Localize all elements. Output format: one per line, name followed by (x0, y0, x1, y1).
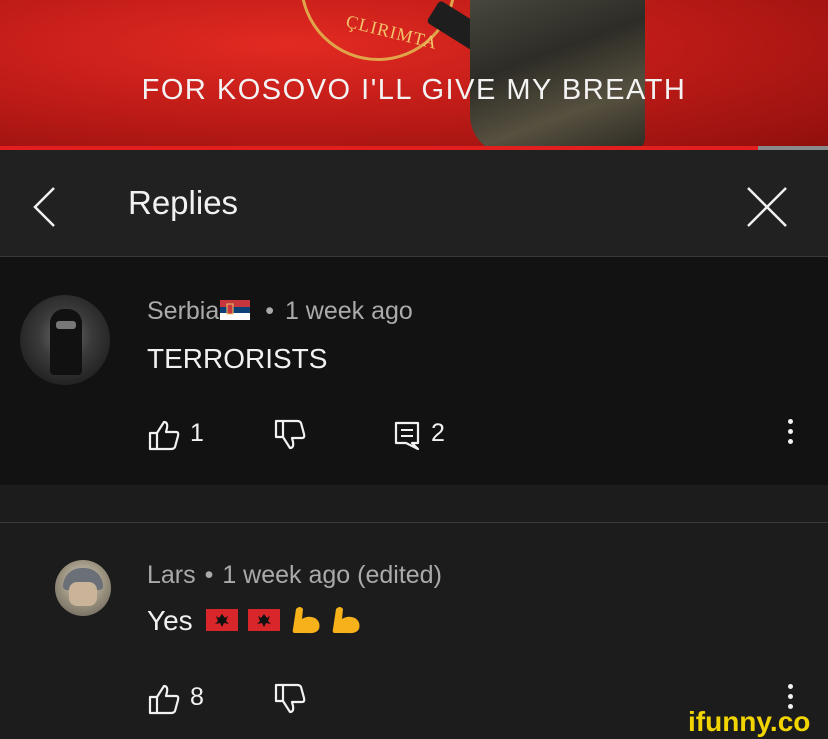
comment-icon (394, 421, 420, 451)
comment-text-word: Yes (147, 605, 193, 636)
avatar-visor (56, 321, 76, 329)
thumbs-up-icon (148, 684, 180, 715)
close-icon (747, 187, 787, 227)
page-title: Replies (128, 184, 239, 221)
avatar-face (69, 582, 97, 606)
reply-button[interactable] (394, 421, 420, 456)
albania-flag-icon (206, 609, 239, 632)
thumbs-down-icon (274, 419, 306, 450)
comment-item: Serbia • 1 week ago TERRORISTS 1 2 (0, 257, 828, 485)
dislike-button[interactable] (273, 683, 307, 720)
comment-meta: Lars • 1 week ago (edited) (147, 561, 442, 590)
like-button[interactable] (147, 683, 181, 720)
comment-text: Yes (147, 605, 362, 637)
avatar[interactable] (20, 295, 110, 385)
author-name[interactable]: Lars (147, 561, 196, 589)
flexed-biceps-icon (332, 606, 360, 633)
like-count: 1 (190, 419, 204, 447)
comment-text: TERRORISTS (147, 343, 328, 374)
chevron-left-icon (33, 187, 55, 227)
like-button[interactable] (147, 419, 181, 456)
thumbs-down-icon (274, 683, 306, 714)
video-thumbnail[interactable]: ÇLIRIMTA FOR KOSOVO I'LL GIVE MY BREATH (0, 0, 828, 150)
serbia-flag-icon (220, 300, 251, 321)
site-watermark: ifunny.co (688, 706, 811, 737)
dislike-button[interactable] (273, 419, 307, 456)
comment-time: 1 week ago (284, 297, 413, 325)
meta-separator: • (204, 561, 214, 589)
more-vertical-icon (783, 419, 797, 444)
like-count: 8 (190, 683, 204, 711)
replies-header: Replies (0, 150, 828, 257)
comment-time: 1 week ago (edited) (222, 561, 442, 589)
flexed-biceps-icon (292, 606, 320, 633)
video-caption: FOR KOSOVO I'LL GIVE MY BREATH (141, 74, 687, 106)
section-divider (0, 485, 828, 523)
avatar-figure (50, 309, 82, 375)
thumbs-up-icon (148, 420, 180, 451)
comment-meta: Serbia • 1 week ago (147, 297, 413, 326)
back-button[interactable] (28, 186, 64, 228)
avatar[interactable] (55, 560, 111, 616)
reply-count: 2 (431, 419, 445, 447)
close-button[interactable] (744, 184, 790, 230)
more-options-button[interactable] (783, 415, 797, 449)
author-name[interactable]: Serbia (147, 297, 219, 325)
albania-flag-icon (248, 609, 281, 632)
meta-separator: • (265, 297, 274, 325)
